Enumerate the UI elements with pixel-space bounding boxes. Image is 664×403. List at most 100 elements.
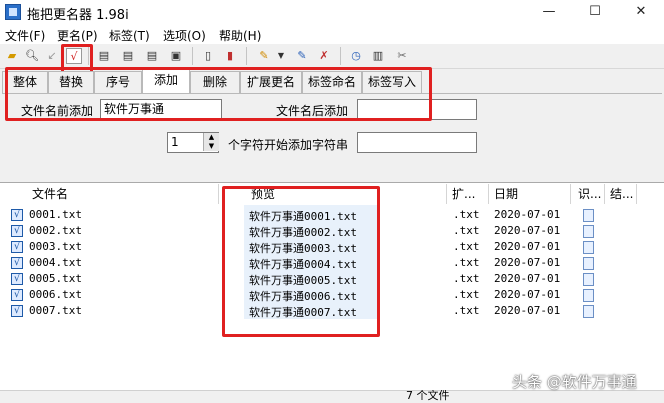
row-checkbox[interactable]: √ — [11, 209, 23, 221]
table-row[interactable]: √ 0006.txt 软件万事通0006.txt .txt 2020-07-01 — [0, 287, 640, 303]
rename-icon-4[interactable]: ▣ — [168, 48, 184, 64]
row-filename: 0005.txt — [29, 272, 82, 285]
tab-add[interactable]: 添加 — [142, 69, 190, 94]
prefix-input[interactable]: 软件万事通 — [100, 99, 222, 120]
menu-options[interactable]: 选项(O) — [163, 27, 206, 44]
watermark: 头条 @软件万事通 — [512, 373, 637, 391]
column-header-preview[interactable]: 预览 — [251, 183, 275, 205]
row-extension: .txt — [453, 256, 480, 269]
search-icon[interactable]: 🔍︎ — [24, 48, 40, 64]
tab-sequence[interactable]: 序号 — [94, 71, 142, 93]
row-preview: 软件万事通0001.txt — [249, 210, 357, 223]
prefix-label: 文件名前添加 — [21, 104, 94, 118]
table-row[interactable]: √ 0003.txt 软件万事通0003.txt .txt 2020-07-01 — [0, 239, 640, 255]
row-filename: 0002.txt — [29, 224, 82, 237]
row-checkbox[interactable]: √ — [11, 257, 23, 269]
folder-open-icon[interactable]: ▰ — [4, 48, 20, 64]
row-checkbox[interactable]: √ — [11, 241, 23, 253]
checkmark-icon[interactable]: √ — [66, 48, 82, 64]
column-header-id[interactable]: 识... — [578, 183, 601, 205]
menu-file[interactable]: 文件(F) — [5, 27, 45, 44]
column-header-result[interactable]: 结... — [610, 183, 633, 205]
column-header-filename[interactable]: 文件名 — [32, 183, 68, 205]
row-checkbox[interactable]: √ — [11, 225, 23, 237]
toolbar-separator — [192, 47, 193, 65]
row-checkbox[interactable]: √ — [11, 305, 23, 317]
column-divider — [218, 184, 219, 204]
rename-icon-1[interactable]: ▤ — [96, 48, 112, 64]
row-extension: .txt — [453, 208, 480, 221]
tools-icon[interactable]: ✂ — [394, 48, 410, 64]
column-divider — [570, 184, 571, 204]
suffix-label: 文件名后添加 — [276, 104, 349, 118]
rename-icon-3[interactable]: ▤ — [144, 48, 160, 64]
file-icon — [583, 209, 594, 222]
minimize-button[interactable]: — — [526, 0, 572, 24]
row-date: 2020-07-01 — [494, 240, 561, 253]
table-row[interactable]: √ 0005.txt 软件万事通0005.txt .txt 2020-07-01 — [0, 271, 640, 287]
document-icon[interactable]: ▯ — [200, 48, 216, 64]
row-extension: .txt — [453, 224, 480, 237]
tab-replace[interactable]: 替换 — [48, 71, 94, 93]
row-preview: 软件万事通0007.txt — [249, 306, 357, 319]
document-edit-icon[interactable]: ▮ — [222, 48, 238, 64]
table-row[interactable]: √ 0001.txt 软件万事通0001.txt .txt 2020-07-01 — [0, 207, 640, 223]
suffix-input[interactable] — [357, 99, 477, 120]
column-divider — [636, 184, 637, 204]
row-checkbox[interactable]: √ — [11, 273, 23, 285]
row-filename: 0006.txt — [29, 288, 82, 301]
file-icon — [583, 305, 594, 318]
position-value: 1 — [171, 135, 179, 149]
tab-tag-naming[interactable]: 标签命名 — [302, 71, 362, 93]
toolbar-separator — [340, 47, 341, 65]
toolbar-separator — [246, 47, 247, 65]
table-row[interactable]: √ 0002.txt 软件万事通0002.txt .txt 2020-07-01 — [0, 223, 640, 239]
row-date: 2020-07-01 — [494, 256, 561, 269]
column-divider — [604, 184, 605, 204]
file-icon — [583, 257, 594, 270]
position-label: 个字符开始添加字符串 — [228, 138, 349, 152]
close-button[interactable]: ✕ — [618, 0, 664, 24]
row-filename: 0001.txt — [29, 208, 82, 221]
row-date: 2020-07-01 — [494, 224, 561, 237]
row-extension: .txt — [453, 272, 480, 285]
row-filename: 0007.txt — [29, 304, 82, 317]
pen-icon[interactable]: ✎ — [294, 48, 310, 64]
tab-overall[interactable]: 整体 — [2, 71, 48, 93]
insert-string-input[interactable] — [357, 132, 477, 153]
table-row[interactable]: √ 0004.txt 软件万事通0004.txt .txt 2020-07-01 — [0, 255, 640, 271]
menu-help[interactable]: 帮助(H) — [219, 27, 261, 44]
window-icon[interactable]: ▥ — [370, 48, 386, 64]
menu-rename[interactable]: 更名(P) — [57, 27, 98, 44]
file-icon — [583, 225, 594, 238]
stepper-up-icon[interactable]: ▲ — [203, 133, 219, 142]
row-filename: 0004.txt — [29, 256, 82, 269]
row-extension: .txt — [453, 240, 480, 253]
rename-icon-2[interactable]: ▤ — [120, 48, 136, 64]
row-preview: 软件万事通0005.txt — [249, 274, 357, 287]
tab-extend-rename[interactable]: 扩展更名 — [240, 71, 302, 93]
tab-tag-write[interactable]: 标签写入 — [362, 71, 422, 93]
menu-tag[interactable]: 标签(T) — [109, 27, 150, 44]
file-count: 7 个文件 — [406, 390, 450, 402]
column-header-extension[interactable]: 扩... — [452, 183, 475, 205]
column-divider — [446, 184, 447, 204]
toolbar-separator — [88, 47, 89, 65]
maximize-button[interactable]: ☐ — [572, 0, 618, 24]
table-row[interactable]: √ 0007.txt 软件万事通0007.txt .txt 2020-07-01 — [0, 303, 640, 319]
file-icon — [583, 241, 594, 254]
stepper-down-icon[interactable]: ▼ — [203, 142, 219, 151]
column-divider — [488, 184, 489, 204]
arrow-icon[interactable]: ↙ — [44, 48, 60, 64]
menu-bar — [0, 24, 664, 44]
pen-delete-icon[interactable]: ✗ — [316, 48, 332, 64]
pencil-icon[interactable]: ✎ — [256, 48, 272, 64]
row-checkbox[interactable]: √ — [11, 289, 23, 301]
row-filename: 0003.txt — [29, 240, 82, 253]
dropdown-icon[interactable]: ▼ — [276, 48, 286, 64]
tab-delete[interactable]: 删除 — [190, 71, 240, 93]
window-title: 拖把更名器 1.98i — [27, 8, 129, 23]
row-extension: .txt — [453, 288, 480, 301]
clock-icon[interactable]: ◷ — [348, 48, 364, 64]
column-header-date[interactable]: 日期 — [494, 183, 518, 205]
